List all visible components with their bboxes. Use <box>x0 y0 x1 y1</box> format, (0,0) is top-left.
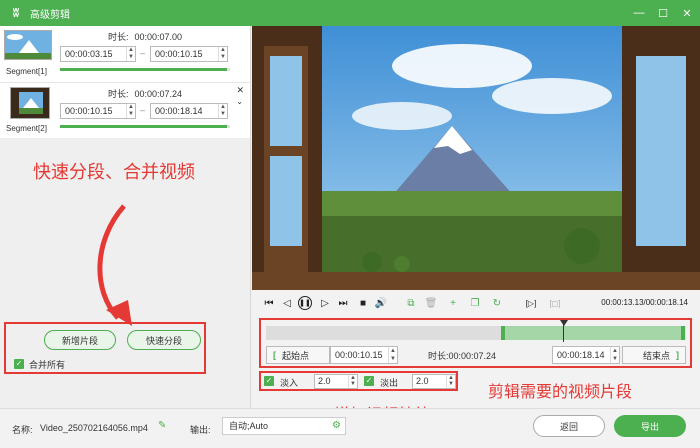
quick-split-button[interactable]: 快速分段 <box>127 330 201 350</box>
output-label: 输出: <box>190 425 211 435</box>
fade-out-checkbox[interactable]: ✓ <box>364 376 374 386</box>
playback-position: 00:00:13.13/00:00:18.14 <box>601 298 688 307</box>
annotation-arrow-icon <box>97 204 132 326</box>
timeline-end-input[interactable]: 00:00:18.14 ▲ ▼ <box>552 346 620 364</box>
output-select[interactable]: 自动;Auto ⚙ <box>222 417 346 435</box>
close-icon[interactable]: ✕ <box>680 6 694 20</box>
segment-item[interactable]: Segment[1] 时长: 00:00:07.00 00:00:03.15 ▲ ▼ … <box>0 26 250 82</box>
annotation-split-merge: 快速分段、合并视频 <box>33 162 195 182</box>
delete-icon[interactable]: 🗑 <box>424 296 438 310</box>
video-preview <box>252 26 700 290</box>
segment-duration: 时长: 00:00:07.24 <box>108 89 183 99</box>
mark-in-icon[interactable]: [▷] <box>524 296 538 310</box>
playhead-handle[interactable] <box>560 320 569 342</box>
stop-icon[interactable]: ■ <box>356 296 370 310</box>
skip-end-icon[interactable]: ⏭ <box>336 296 350 310</box>
pause-icon[interactable]: ❚❚ <box>298 296 312 310</box>
fade-in-label: 淡入 <box>280 378 299 388</box>
segment-end-input[interactable]: 00:00:10.15 ▲ ▼ <box>150 46 228 62</box>
fade-in-checkbox[interactable]: ✓ <box>264 376 274 386</box>
timeline-duration: 时长:00:00:07.24 <box>428 351 497 361</box>
add-icon[interactable]: + <box>446 296 460 310</box>
window-title: 高级剪辑 <box>30 9 70 21</box>
segment-thumbnail <box>4 30 52 60</box>
volume-icon[interactable]: 🔊 <box>374 296 388 310</box>
fade-in-input[interactable]: 2.0 ▲ ▼ <box>314 374 358 389</box>
mark-out-icon[interactable]: [◻] <box>548 296 562 310</box>
segment-label: Segment[1] <box>6 67 47 76</box>
player-controls: ⏮ ◁ ❚❚ ▷ ⏭ ■ 🔊 ⧉ 🗑 + ❐ ↻ [▷] [◻] 00:00:1… <box>252 290 700 316</box>
step-back-icon[interactable]: ◁ <box>280 296 294 310</box>
segment-thumbnail <box>10 87 50 119</box>
merge-all-label: 合并所有 <box>29 360 66 370</box>
segment-end-input[interactable]: 00:00:18.14 ▲ ▼ <box>150 103 228 119</box>
maximize-icon[interactable]: ☐ <box>656 6 670 20</box>
timeline-selection[interactable] <box>501 326 685 340</box>
segment-label: Segment[2] <box>6 124 47 133</box>
segment-start-input[interactable]: 00:00:03.15 ▲ ▼ <box>60 46 136 62</box>
app-logo-icon: ʬ <box>12 6 20 20</box>
set-start-button[interactable]: [起始点 <box>266 346 330 364</box>
fade-out-input[interactable]: 2.0 ▲ ▼ <box>412 374 456 389</box>
merge-all-checkbox[interactable]: ✓ <box>14 359 24 369</box>
back-button[interactable]: 返回 <box>533 415 605 437</box>
segment-duration: 时长: 00:00:07.00 <box>108 32 183 42</box>
name-label: 名称: <box>12 425 33 435</box>
export-button[interactable]: 导出 <box>614 415 686 437</box>
add-segment-button[interactable]: 新增片段 <box>44 330 116 350</box>
segment-start-input[interactable]: 00:00:10.15 ▲ ▼ <box>60 103 136 119</box>
annotation-trim-segment: 剪辑需要的视频片段 <box>488 384 633 401</box>
gear-icon[interactable]: ⚙ <box>332 418 341 434</box>
skip-start-icon[interactable]: ⏮ <box>262 296 276 310</box>
minimize-icon[interactable]: — <box>632 6 646 20</box>
edit-pencil-icon[interactable]: ✎ <box>158 420 166 431</box>
segment-progress <box>60 68 230 71</box>
timeline-track[interactable] <box>266 320 686 342</box>
copy-icon[interactable]: ❐ <box>468 296 482 310</box>
split-icon[interactable]: ⧉ <box>404 296 418 310</box>
segment-item[interactable]: Segment[2] 时长: 00:00:07.24 ✕ ⌄ 00:00:10.1… <box>0 82 250 138</box>
remove-segment-icon[interactable]: ✕ <box>236 85 244 96</box>
fade-out-label: 淡出 <box>380 378 399 388</box>
rotate-icon[interactable]: ↻ <box>490 296 504 310</box>
timeline-fields: [起始点 00:00:10.15 ▲ ▼ 时长:00:00:07.24 00:00:… <box>266 346 686 364</box>
step-forward-icon[interactable]: ▷ <box>318 296 332 310</box>
file-name: Video_250702164056.mp4 <box>40 423 148 433</box>
title-bar: ʬ 高级剪辑 — ☐ ✕ <box>0 0 700 26</box>
timeline-start-input[interactable]: 00:00:10.15 ▲ ▼ <box>330 346 398 364</box>
segment-progress <box>60 125 230 128</box>
footer-bar: 名称: Video_250702164056.mp4 ✎ 输出: 自动;Auto… <box>0 408 700 448</box>
set-end-button[interactable]: 结束点] <box>622 346 686 364</box>
chevron-down-icon[interactable]: ⌄ <box>236 97 243 106</box>
